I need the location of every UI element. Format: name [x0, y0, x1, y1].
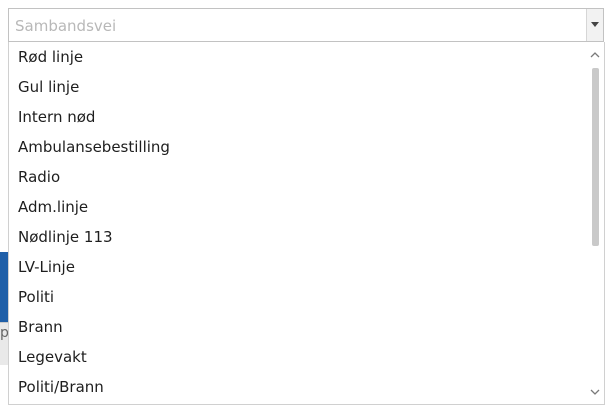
scrollbar-thumb[interactable] — [592, 68, 599, 246]
option-list: Rød linje Gul linje Intern nød Ambulansebes… — [9, 42, 586, 402]
list-item[interactable]: Ambulansebestilling — [9, 132, 586, 162]
list-item[interactable]: Gul linje — [9, 72, 586, 102]
list-item[interactable]: Nødlinje 113 — [9, 222, 586, 252]
chevron-up-icon — [590, 51, 600, 57]
list-item[interactable]: Adm.linje — [9, 192, 586, 222]
list-item[interactable]: Politi/Brann — [9, 372, 586, 402]
scroll-up-button[interactable] — [586, 46, 604, 62]
select-placeholder: Sambandsvei — [15, 17, 117, 35]
list-item[interactable]: Politi — [9, 282, 586, 312]
scroll-down-button[interactable] — [586, 384, 604, 400]
list-item[interactable]: Legevakt — [9, 342, 586, 372]
list-item[interactable]: Radio — [9, 162, 586, 192]
list-item[interactable]: LV-Linje — [9, 252, 586, 282]
chevron-down-icon — [590, 389, 600, 395]
chevron-down-icon — [591, 22, 599, 27]
screen: p Sambandsvei Rød linje Gul linje Intern n… — [0, 0, 605, 405]
list-item[interactable]: Intern nød — [9, 102, 586, 132]
list-item[interactable]: Brann — [9, 312, 586, 342]
sambandsvei-select[interactable]: Sambandsvei — [8, 8, 604, 42]
list-item[interactable]: Rød linje — [9, 42, 586, 72]
dropdown-list[interactable]: Rød linje Gul linje Intern nød Ambulansebes… — [8, 42, 605, 405]
scrollbar[interactable] — [586, 42, 604, 404]
select-dropdown-button[interactable] — [586, 9, 603, 41]
